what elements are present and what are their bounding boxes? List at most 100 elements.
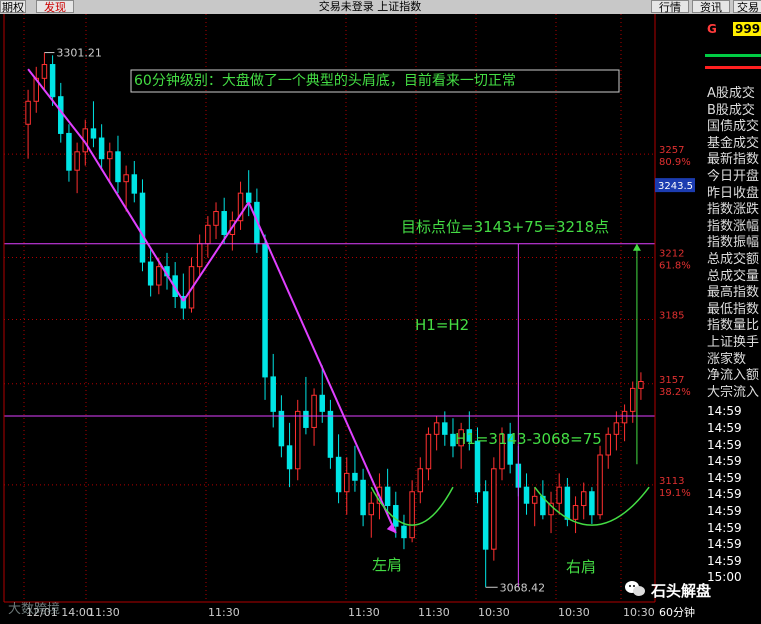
candle-body <box>442 422 448 435</box>
candle-body <box>621 410 628 424</box>
candle-body <box>368 502 375 516</box>
wechat-icon <box>625 581 645 596</box>
candle-body <box>123 174 129 183</box>
index-code: 999 <box>733 22 761 36</box>
candle-body <box>245 192 252 203</box>
quote-row-label: 总成交量 <box>707 268 760 284</box>
candle-body <box>115 151 121 183</box>
tick-time: 14:59 <box>707 421 742 435</box>
candle-body <box>531 495 538 504</box>
axes: 325780.9% 321261.8% 3185 315738.2% 311319.1%… <box>3 14 695 619</box>
candle-body <box>25 100 31 125</box>
tick-time: 14:59 <box>707 520 742 535</box>
candle-body <box>90 128 97 139</box>
candle-body <box>417 468 424 493</box>
tick-time: 14:59 <box>707 504 742 518</box>
quote-row-label: 上证换手 <box>707 335 760 350</box>
y-tick-label: 3185 <box>659 310 684 321</box>
candle-body <box>474 440 481 493</box>
quote-panel: G 999 A股成交 B股成交 国债成交 基金成交 最新指数 今日开盘 昨日收盘 指数涨跌 指数… <box>705 14 761 624</box>
candle-body <box>41 64 48 79</box>
candle-body <box>196 243 203 268</box>
tick-time: 14:59 <box>707 537 742 552</box>
tick-time: 15:00 <box>707 570 742 585</box>
quote-row-label: 指数振幅 <box>707 235 760 251</box>
quote-row-label: 最高指数 <box>707 285 760 301</box>
tick-time: 14:59 <box>707 487 742 502</box>
candle-body <box>556 486 562 504</box>
quote-row-label: 涨家数 <box>707 351 747 367</box>
tick-time: 14:59 <box>707 553 742 568</box>
y-tick-label: 3212 <box>659 248 684 259</box>
candle-body <box>605 433 611 456</box>
candle-body <box>156 266 162 286</box>
candle-body <box>221 211 227 235</box>
watermark-text: 石头解盘 <box>651 582 712 600</box>
y-tick-label: 3113 <box>659 476 684 487</box>
x-tick-label: 11:30 <box>208 606 240 619</box>
quote-row-label: 今日开盘 <box>707 169 760 184</box>
candle-body <box>523 486 530 504</box>
quote-row-label: A股成交 <box>707 86 755 101</box>
candle-body <box>327 410 334 458</box>
annotation-h-equal: H1=H2 <box>415 316 469 334</box>
candle-body <box>580 491 587 507</box>
x-tick-label: 11:30 <box>418 606 450 619</box>
candle-body <box>98 137 105 160</box>
annotation-left-shoulder: 左肩 <box>372 556 402 574</box>
low-label: 3068.42 <box>500 581 545 594</box>
candle-body <box>311 394 317 428</box>
trend-line <box>247 201 397 534</box>
panel-bar <box>705 66 761 69</box>
candle-body <box>286 445 293 470</box>
x-tick-label: 10:30 <box>558 606 590 619</box>
quote-row-label: 指数涨幅 <box>707 218 760 234</box>
candle-body <box>589 491 595 516</box>
candlestick-chart[interactable]: 目标点位=3143+75=3218点 H1=H2 H1=3143-3068=75 左肩… <box>0 0 761 624</box>
candle-body <box>49 64 56 98</box>
candle-body <box>278 410 285 447</box>
candle-body <box>433 422 440 435</box>
quote-row-label: 最低指数 <box>707 301 760 317</box>
watermark-secondary: 大数跨境 <box>8 602 61 617</box>
candle-body <box>409 491 415 539</box>
chart-title: 60分钟级别：大盘做了一个典型的头肩底，目前看来一切正常 <box>134 72 516 89</box>
x-tick-label: 10:30 <box>623 606 655 619</box>
candle-body <box>352 472 358 481</box>
x-tick-label: 11:30 <box>348 606 380 619</box>
candle-body <box>638 381 644 389</box>
y-tick-pct: 61.8% <box>659 260 691 271</box>
candle-body <box>139 192 146 263</box>
y-tick-label: 3257 <box>659 145 684 156</box>
quote-row-label: 净流入额 <box>707 368 760 384</box>
quote-row-label: 最新指数 <box>707 152 760 168</box>
candle-body <box>66 132 72 171</box>
candle-body <box>107 151 113 160</box>
candle-body <box>384 486 391 507</box>
candle-body <box>482 491 489 550</box>
quote-row-label: 国债成交 <box>707 119 760 135</box>
candle-body <box>147 261 154 286</box>
candle-body <box>629 387 636 412</box>
quote-row-label: 大宗流入 <box>707 384 760 400</box>
candle-body <box>131 174 138 194</box>
candle-body <box>205 224 211 245</box>
candle-body <box>319 394 325 412</box>
high-label: 3301.21 <box>56 47 101 60</box>
quote-row-label: 昨日收盘 <box>707 185 760 201</box>
y-tick-pct: 19.1% <box>659 488 691 499</box>
candle-body <box>564 486 571 520</box>
candle-body <box>572 505 579 520</box>
period-label: 60分钟 <box>659 605 695 619</box>
target-arrow-head <box>632 243 641 251</box>
x-tick-label: 11:30 <box>88 606 120 619</box>
panel-bar <box>705 54 761 57</box>
quote-row-label: 基金成交 <box>707 135 760 151</box>
candles <box>25 52 644 588</box>
candle-body <box>335 456 342 493</box>
chart-grid <box>4 14 655 602</box>
y-tick-pct: 80.9% <box>659 157 691 168</box>
tick-time: 14:59 <box>707 437 742 452</box>
candle-body <box>393 505 399 527</box>
y-tick-label: 3157 <box>659 375 684 386</box>
